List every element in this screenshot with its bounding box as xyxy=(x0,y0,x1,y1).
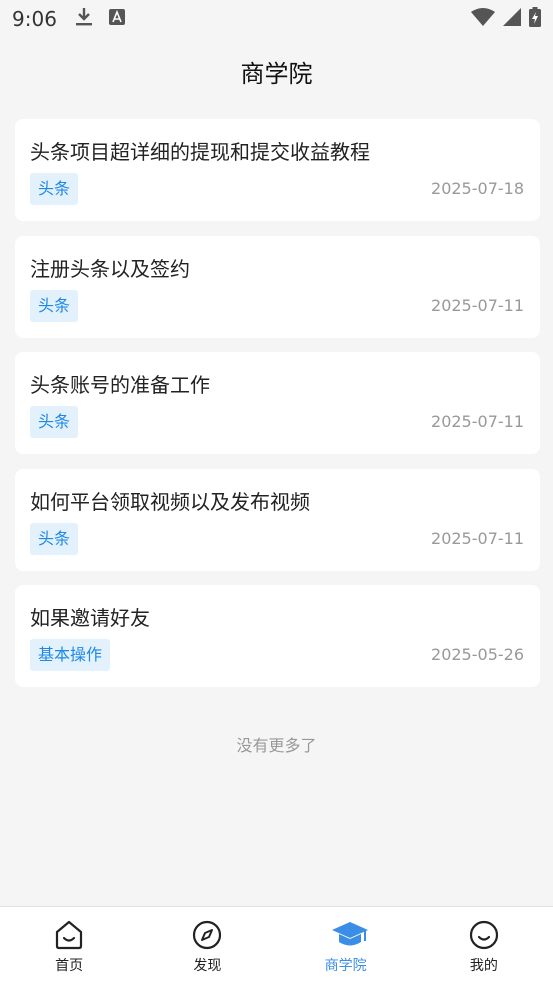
article-tag: 头条 xyxy=(30,173,79,205)
article-tag: 基本操作 xyxy=(30,639,111,671)
tab-home[interactable]: 首页 xyxy=(0,907,138,984)
compass-icon xyxy=(191,919,223,951)
article-date: 2025-07-18 xyxy=(431,179,524,198)
article-title: 注册头条以及签约 xyxy=(30,256,190,281)
bottom-tab-bar: 首页 发现 商学院 我的 xyxy=(0,906,553,984)
page-header: 商学院 xyxy=(0,38,553,104)
tab-home-label: 首页 xyxy=(55,958,84,974)
tab-discover-label: 发现 xyxy=(193,958,222,974)
article-tag: 头条 xyxy=(30,406,79,438)
article-list: 头条项目超详细的提现和提交收益教程 头条 2025-07-18 注册头条以及签约… xyxy=(15,119,540,702)
status-time: 9:06 xyxy=(12,7,57,31)
home-icon xyxy=(53,919,85,951)
a-notification-icon xyxy=(108,9,125,29)
article-card[interactable]: 头条项目超详细的提现和提交收益教程 头条 2025-07-18 xyxy=(15,119,540,221)
article-tag: 头条 xyxy=(30,522,79,555)
status-bar: 9:06 xyxy=(0,0,553,38)
article-date: 2025-07-11 xyxy=(431,295,524,315)
article-card[interactable]: 注册头条以及签约 头条 2025-07-11 xyxy=(15,235,540,338)
battery-icon xyxy=(529,7,541,31)
article-title: 如果邀请好友 xyxy=(30,606,150,630)
article-card[interactable]: 如何平台领取视频以及发布视频 头条 2025-07-11 xyxy=(15,468,540,571)
wifi-icon xyxy=(471,8,495,30)
article-card[interactable]: 头条账号的准备工作 头条 2025-07-11 xyxy=(15,352,540,454)
article-title: 头条项目超详细的提现和提交收益教程 xyxy=(30,140,370,164)
tab-discover[interactable]: 发现 xyxy=(138,907,276,984)
article-title: 头条账号的准备工作 xyxy=(30,373,210,397)
tab-academy[interactable]: 商学院 xyxy=(277,907,415,984)
article-date: 2025-07-11 xyxy=(431,412,524,431)
smile-icon xyxy=(468,919,500,951)
no-more-text: 没有更多了 xyxy=(236,736,317,755)
article-title: 如何平台领取视频以及发布视频 xyxy=(30,489,310,514)
article-tag: 头条 xyxy=(30,289,79,322)
article-date: 2025-05-26 xyxy=(431,645,524,664)
tab-me[interactable]: 我的 xyxy=(415,907,553,984)
tab-academy-label: 商学院 xyxy=(324,958,367,974)
cellular-signal-icon xyxy=(503,8,521,30)
download-icon xyxy=(75,7,93,31)
article-card[interactable]: 如果邀请好友 基本操作 2025-05-26 xyxy=(15,585,540,687)
graduation-cap-icon xyxy=(330,919,368,951)
article-date: 2025-07-11 xyxy=(431,528,524,548)
page-title: 商学院 xyxy=(240,59,313,88)
tab-me-label: 我的 xyxy=(469,958,498,974)
